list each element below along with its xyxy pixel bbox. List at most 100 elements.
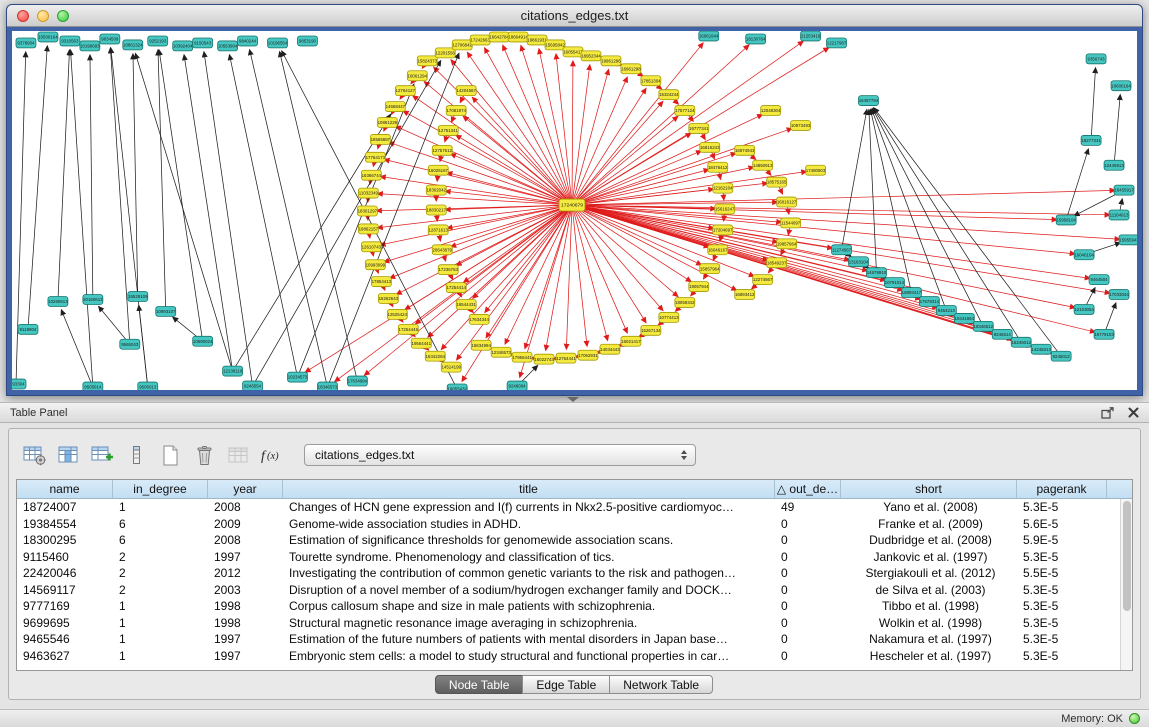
tab-network-table[interactable]: Network Table	[609, 675, 713, 694]
graph-node[interactable]: 17764173	[365, 152, 385, 162]
graph-node[interactable]: 16046167	[708, 245, 728, 255]
graph-node[interactable]: 9853190	[297, 36, 317, 46]
graph-node[interactable]: 18830217	[426, 205, 446, 215]
graph-node[interactable]: 10774413	[659, 312, 679, 322]
graph-node[interactable]: 10392404	[173, 41, 193, 51]
column-header-out_degree[interactable]: △ out_de…	[775, 480, 841, 498]
graph-node[interactable]: 15824373	[417, 56, 437, 66]
graph-node[interactable]: 12525424	[387, 309, 407, 319]
graph-node[interactable]: 19862157	[358, 224, 378, 234]
column-header-title[interactable]: title	[283, 480, 775, 498]
graph-node[interactable]: 16455917	[1114, 185, 1134, 195]
graph-node[interactable]: 10791014	[884, 278, 904, 288]
graph-node[interactable]: 17204697	[713, 225, 733, 235]
graph-node[interactable]: 12757512	[432, 145, 452, 155]
graph-edge[interactable]	[572, 183, 768, 205]
graph-node[interactable]: 10196554	[268, 38, 288, 48]
graph-edge[interactable]	[70, 50, 92, 387]
graph-edge[interactable]	[572, 190, 1115, 205]
graph-node[interactable]: 16046104	[1074, 250, 1094, 260]
graph-edge[interactable]	[380, 205, 572, 245]
graph-node[interactable]: 9634509	[100, 34, 120, 44]
column-header-name[interactable]: name	[17, 480, 113, 498]
graph-node[interactable]: 9793304	[12, 379, 26, 389]
graph-edge[interactable]	[61, 310, 93, 387]
graph-node[interactable]: 19961296	[601, 56, 621, 66]
graph-edge[interactable]	[451, 205, 572, 247]
graph-node[interactable]: 9246004	[507, 381, 527, 390]
graph-node[interactable]: 12346573	[491, 347, 511, 357]
graph-edge[interactable]	[572, 153, 736, 205]
graph-node[interactable]: 9252193	[148, 36, 168, 46]
graph-edge[interactable]	[556, 54, 572, 205]
select-columns-icon[interactable]	[55, 442, 82, 468]
graph-node[interactable]: 9246514	[992, 329, 1012, 339]
table-row[interactable]: 1938455462009Genome-wide association stu…	[17, 516, 1120, 533]
graph-node[interactable]: 18549237	[767, 258, 787, 268]
graph-node[interactable]: 17956441	[512, 352, 532, 362]
graph-edge[interactable]	[869, 110, 877, 273]
column-header-short[interactable]: short	[841, 480, 1017, 498]
graph-node[interactable]: 18130764	[746, 34, 766, 44]
graph-node[interactable]: 10861229	[377, 118, 397, 128]
column-header-year[interactable]: year	[208, 480, 283, 498]
graph-edge[interactable]	[1114, 95, 1120, 166]
graph-node[interactable]: 18301297	[357, 206, 377, 216]
graph-node[interactable]: 17254414	[446, 283, 466, 293]
graph-edge[interactable]	[204, 52, 253, 386]
graph-node[interactable]: 12610743	[361, 242, 381, 252]
graph-edge[interactable]	[250, 50, 328, 387]
delete-icon[interactable]	[191, 442, 218, 468]
graph-edge[interactable]	[28, 46, 47, 329]
graph-node[interactable]: 15955943	[1119, 235, 1137, 245]
column-header-in_degree[interactable]: in_degree	[113, 480, 208, 498]
graph-node[interactable]: 16893417	[901, 288, 921, 298]
graph-node[interactable]: 16777341	[689, 123, 709, 133]
graph-node[interactable]: 15616247	[715, 204, 735, 214]
graph-edge[interactable]	[297, 84, 413, 377]
edit-table-icon[interactable]	[89, 442, 116, 468]
graph-node[interactable]: 9505014	[83, 382, 103, 390]
graph-edge[interactable]	[870, 109, 911, 292]
graph-node[interactable]: 17854413	[371, 277, 391, 287]
graph-node[interactable]: 14850913	[753, 160, 773, 170]
column-icon[interactable]	[123, 442, 150, 468]
graph-node[interactable]: 18476412	[708, 162, 728, 172]
graph-node[interactable]: 14245013	[1031, 344, 1051, 354]
graph-node[interactable]: 10500164	[38, 32, 58, 42]
graph-node[interactable]: 15958104	[1056, 215, 1076, 225]
table-scrollbar[interactable]	[1120, 499, 1132, 670]
graph-node[interactable]: 17679314	[919, 297, 939, 307]
graph-edge[interactable]	[184, 55, 233, 371]
graph-node[interactable]: 9356743	[1086, 54, 1106, 64]
table-row[interactable]: 2242004622012Investigating the contribut…	[17, 565, 1120, 582]
graph-edge[interactable]	[1066, 149, 1088, 220]
graph-node[interactable]: 9565043	[120, 339, 140, 349]
graph-node[interactable]: 16022743	[534, 354, 554, 364]
graph-node[interactable]: 15324244	[659, 90, 679, 100]
graph-node[interactable]: 18664914	[508, 32, 528, 42]
graph-node[interactable]: 16487794	[858, 96, 878, 106]
graph-node[interactable]: 12274567	[753, 275, 773, 285]
zoom-window-button[interactable]	[57, 10, 69, 22]
graph-edge[interactable]	[1091, 68, 1095, 141]
table-select-combobox[interactable]: citations_edges.txt	[304, 444, 696, 466]
tab-edge-table[interactable]: Edge Table	[522, 675, 610, 694]
close-window-button[interactable]	[17, 10, 29, 22]
table-row[interactable]: 977716911998Corpus callosum shape and si…	[17, 598, 1120, 615]
graph-node[interactable]: 15634994	[471, 340, 491, 350]
float-panel-icon[interactable]	[1101, 407, 1114, 419]
close-panel-icon[interactable]	[1128, 407, 1139, 418]
graph-edge[interactable]	[566, 205, 572, 349]
graph-edge[interactable]	[572, 205, 627, 333]
graph-edge[interactable]	[572, 116, 678, 205]
graph-edge[interactable]	[451, 60, 572, 205]
graph-node[interactable]: 10196693	[80, 41, 100, 51]
graph-node[interactable]: 12871613	[428, 225, 448, 235]
new-document-icon[interactable]	[157, 442, 184, 468]
graph-node[interactable]: 16245012	[1011, 337, 1031, 347]
graph-edge[interactable]	[90, 55, 93, 300]
graph-node[interactable]: 16342284	[425, 351, 445, 361]
graph-node[interactable]: 10993107	[156, 306, 176, 316]
graph-node[interactable]: 15695842	[545, 40, 565, 50]
